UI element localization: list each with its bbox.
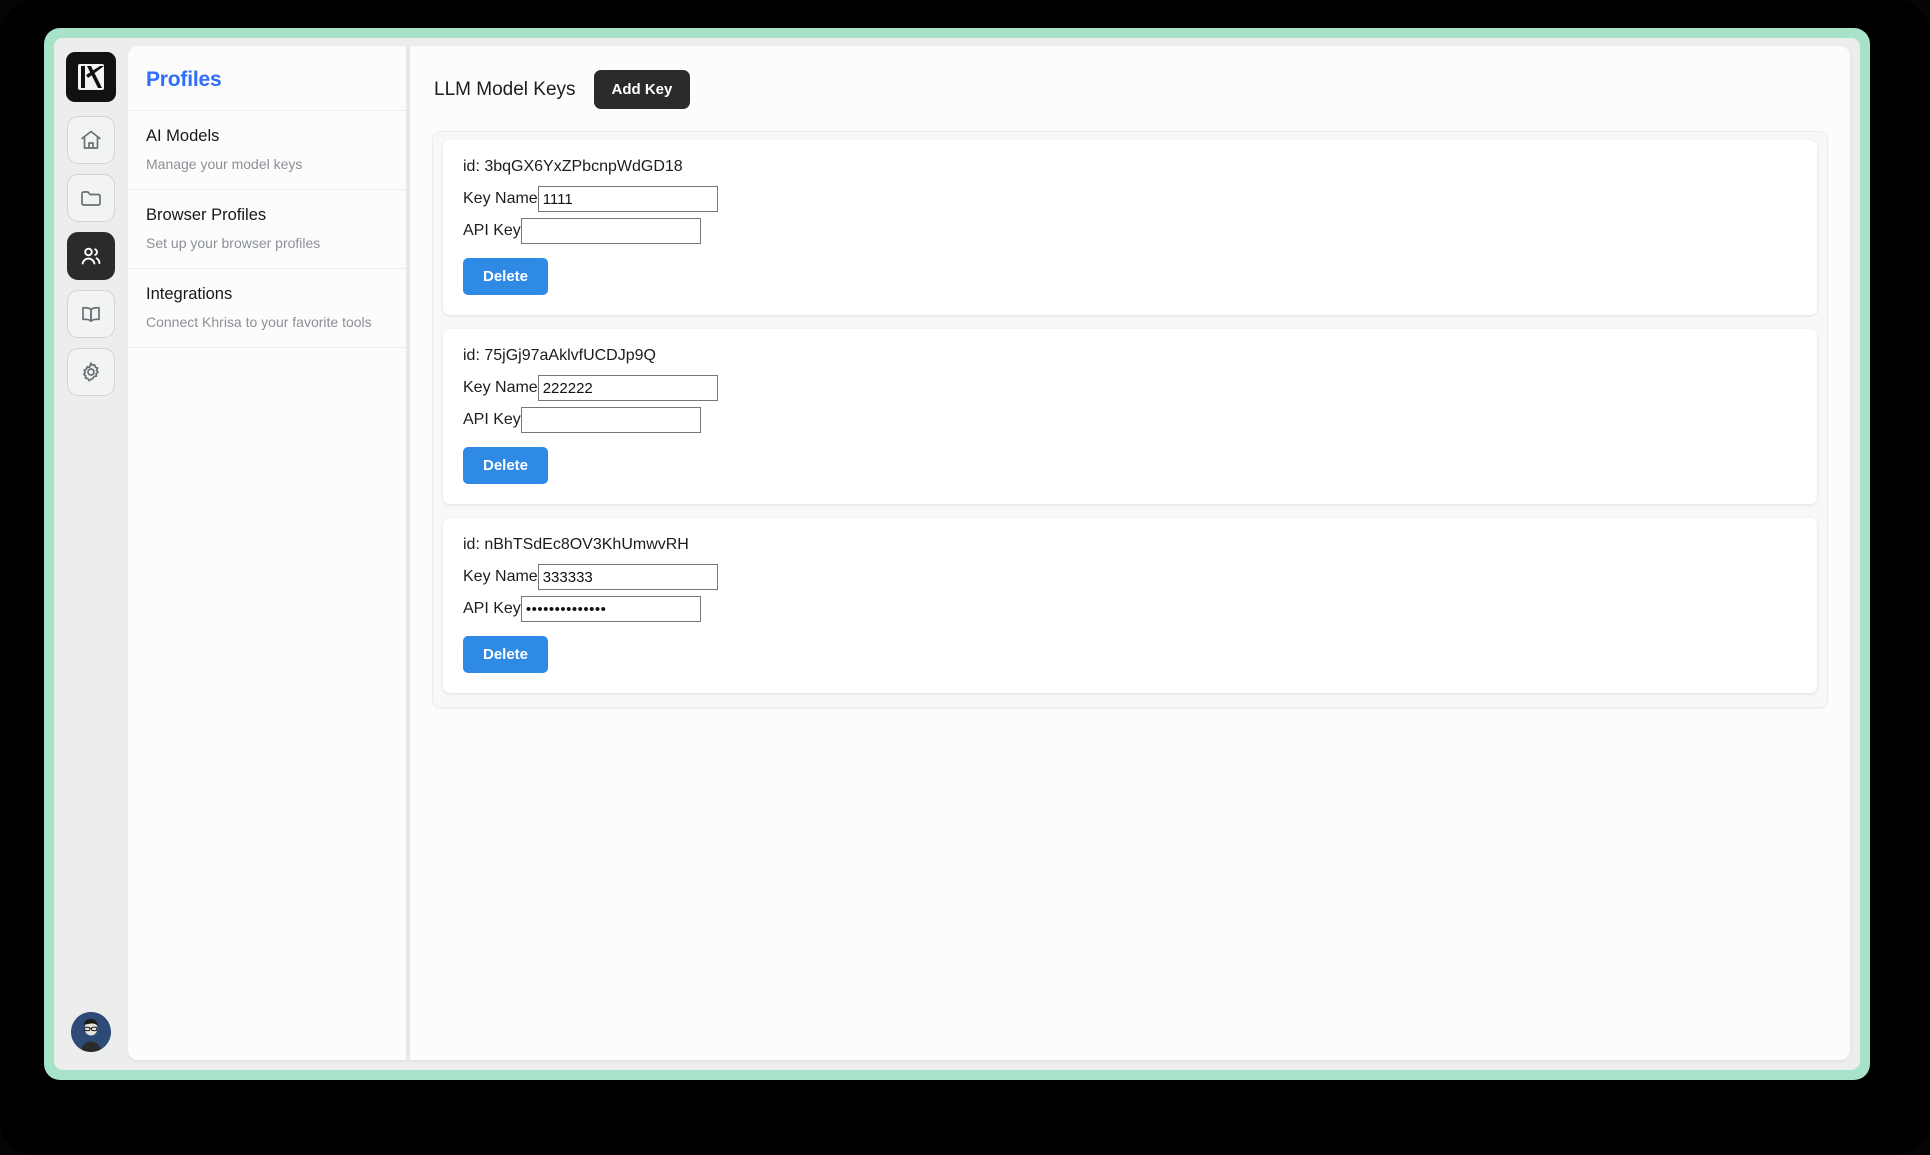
key-name-input[interactable] [537, 564, 718, 590]
api-key-row: API Key [463, 596, 1797, 622]
sidebar-item-browser-profiles[interactable]: Browser Profiles Set up your browser pro… [128, 190, 406, 269]
add-key-button[interactable]: Add Key [593, 70, 691, 109]
llm-key-card: id: 3bqGX6YxZPbcnpWdGD18 Key Name API Ke… [443, 140, 1817, 315]
api-key-label: API Key [463, 411, 521, 428]
nav-header: Profiles [128, 46, 406, 111]
key-name-input[interactable] [537, 186, 718, 212]
delete-key-button[interactable]: Delete [463, 636, 549, 673]
llm-key-card: id: nBhTSdEc8OV3KhUmwvRH Key Name API Ke… [443, 518, 1817, 693]
llm-key-card: id: 75jGj97aAklvfUCDJp9Q Key Name API Ke… [443, 329, 1817, 504]
sidebar-item-integrations[interactable]: Integrations Connect Khrisa to your favo… [128, 269, 406, 348]
api-key-row: API Key [463, 407, 1797, 433]
section-title: LLM Model Keys [434, 78, 576, 100]
api-key-input[interactable] [520, 218, 701, 244]
delete-key-button[interactable]: Delete [463, 447, 549, 484]
window-frame: Profiles AI Models Manage your model key… [44, 28, 1870, 1080]
sidebar-item-subtitle: Set up your browser profiles [146, 235, 321, 251]
sidebar-item-subtitle: Connect Khrisa to your favorite tools [146, 314, 372, 330]
key-name-input[interactable] [537, 375, 718, 401]
desktop-background: Profiles AI Models Manage your model key… [0, 0, 1930, 1155]
key-id-text: id: 75jGj97aAklvfUCDJp9Q [463, 347, 656, 364]
home-icon[interactable] [67, 116, 115, 164]
app-shell: Profiles AI Models Manage your model key… [54, 38, 1860, 1070]
api-key-label: API Key [463, 600, 521, 617]
section-header: LLM Model Keys Add Key [432, 70, 1828, 109]
key-cards-container: id: 3bqGX6YxZPbcnpWdGD18 Key Name API Ke… [432, 131, 1828, 708]
sidebar-item-label: AI Models [146, 127, 220, 145]
settings-nav-panel: Profiles AI Models Manage your model key… [128, 46, 406, 1060]
icon-rail [54, 38, 128, 1070]
key-name-label: Key Name [463, 190, 538, 207]
key-id-text: id: nBhTSdEc8OV3KhUmwvRH [463, 536, 689, 553]
delete-key-button[interactable]: Delete [463, 258, 549, 295]
folder-icon[interactable] [67, 174, 115, 222]
page-title: Profiles [146, 68, 222, 91]
key-id-text: id: 3bqGX6YxZPbcnpWdGD18 [463, 158, 683, 175]
gear-icon[interactable] [67, 348, 115, 396]
api-key-label: API Key [463, 222, 521, 239]
people-icon[interactable] [67, 232, 115, 280]
khrisa-logo [66, 52, 116, 102]
api-key-input[interactable] [520, 596, 701, 622]
key-name-row: Key Name [463, 375, 1797, 401]
api-key-row: API Key [463, 218, 1797, 244]
main-content-panel: LLM Model Keys Add Key id: 3bqGX6YxZPbcn… [410, 46, 1850, 1060]
key-name-label: Key Name [463, 379, 538, 396]
sidebar-item-subtitle: Manage your model keys [146, 156, 303, 172]
sidebar-item-label: Browser Profiles [146, 206, 267, 224]
key-name-row: Key Name [463, 564, 1797, 590]
user-avatar[interactable] [71, 1012, 111, 1052]
api-key-input[interactable] [520, 407, 701, 433]
key-name-label: Key Name [463, 568, 538, 585]
key-name-row: Key Name [463, 186, 1797, 212]
book-icon[interactable] [67, 290, 115, 338]
sidebar-item-label: Integrations [146, 285, 233, 303]
sidebar-item-ai-models[interactable]: AI Models Manage your model keys [128, 111, 406, 190]
